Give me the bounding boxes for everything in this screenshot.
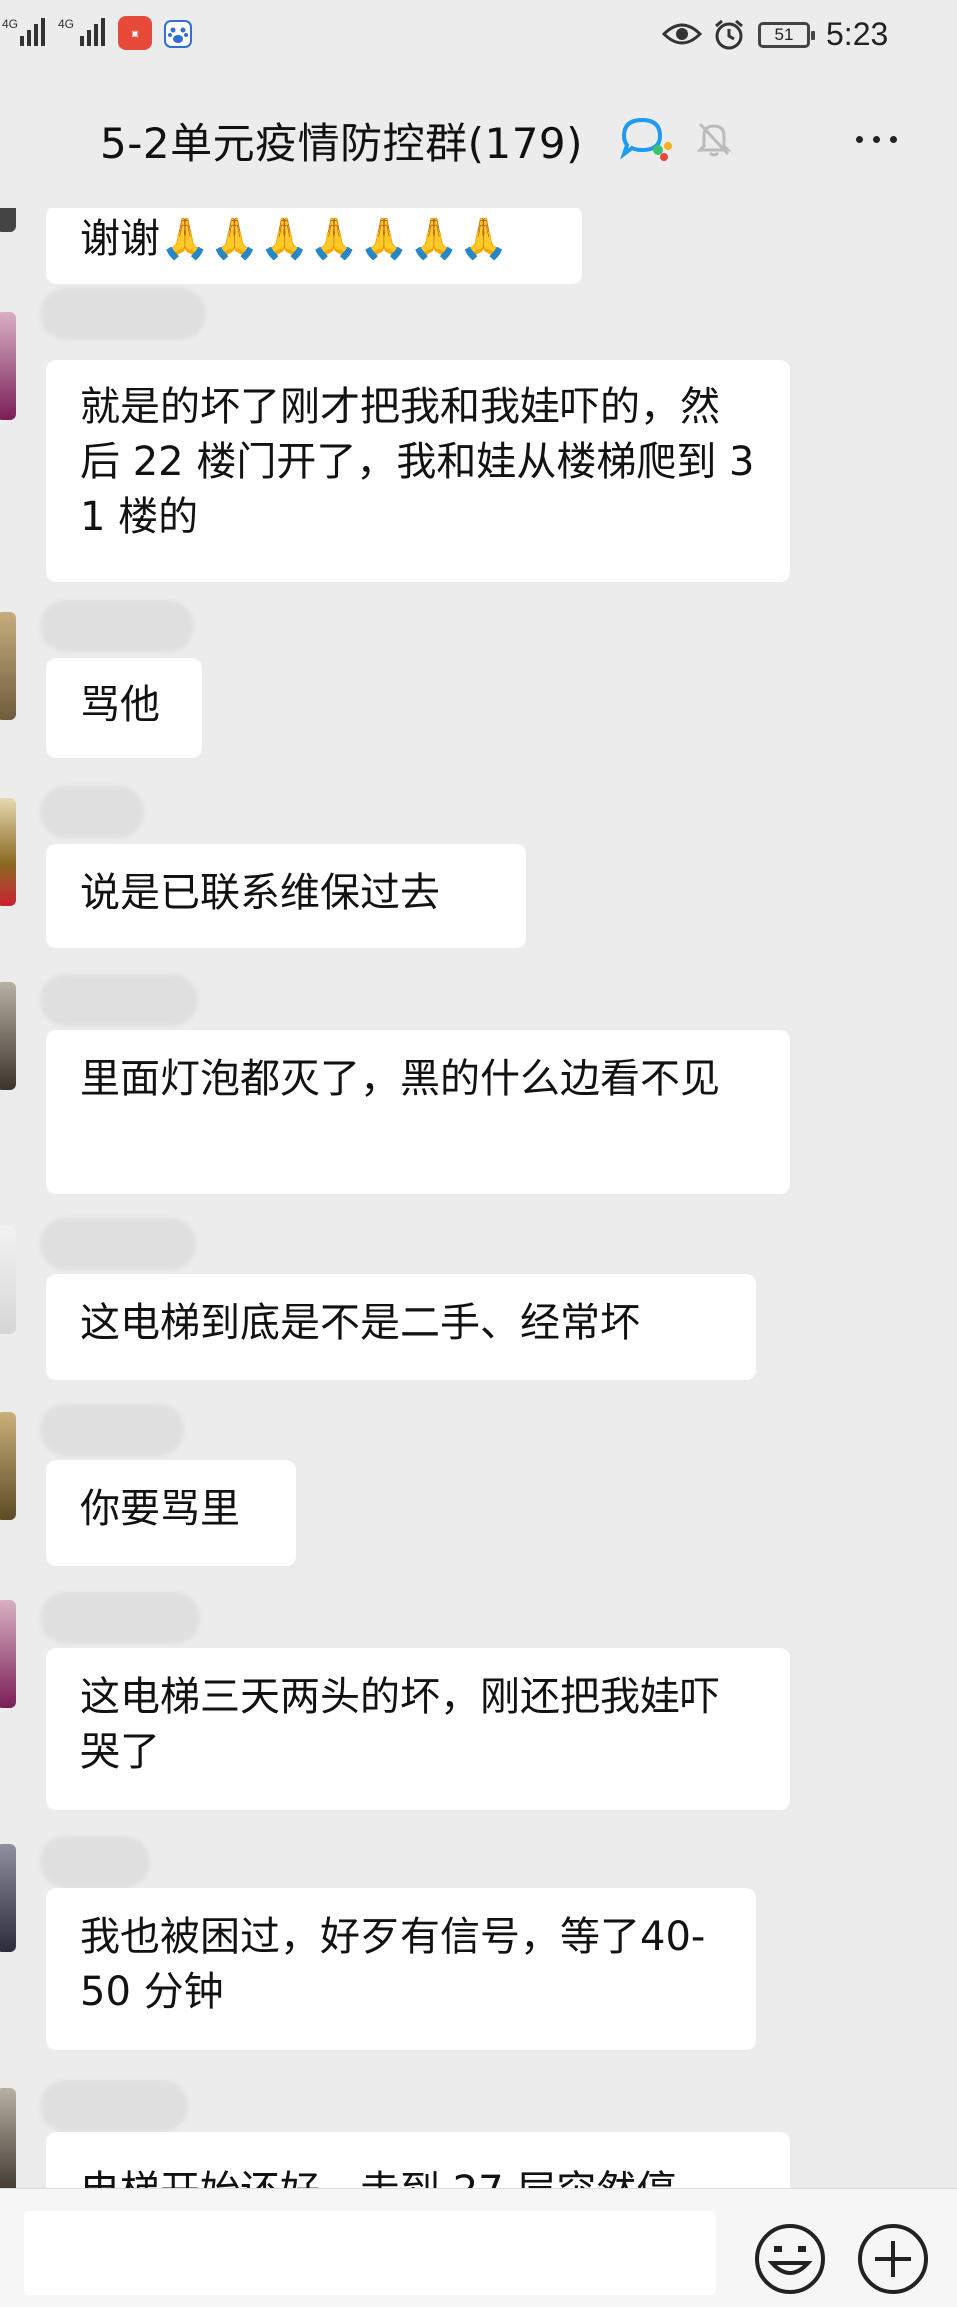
message-bubble[interactable]: 谢谢🙏🙏🙏🙏🙏🙏🙏 — [46, 208, 582, 284]
group-chat-icon — [620, 117, 672, 161]
sender-name-blurred — [40, 1592, 200, 1644]
more-icon — [856, 136, 863, 143]
message-bubble[interactable]: 骂他 — [46, 658, 202, 758]
avatar[interactable] — [0, 208, 16, 232]
sender-name-blurred — [40, 786, 144, 838]
paw-icon — [164, 20, 192, 48]
input-bar — [0, 2188, 957, 2307]
message-bubble[interactable]: 我也被困过，好歹有信号，等了40-50 分钟 — [46, 1888, 756, 2050]
eye-icon — [662, 23, 702, 45]
network-type-label: 4G — [58, 17, 75, 31]
alarm-icon — [715, 19, 743, 50]
sender-name-blurred — [40, 1404, 184, 1456]
sender-name-blurred — [40, 288, 206, 340]
app-notification-icon: ▣ — [118, 16, 152, 50]
sender-name-blurred — [40, 974, 198, 1026]
message-list[interactable]: 谢谢🙏🙏🙏🙏🙏🙏🙏 就是的坏了刚才把我和我娃吓的，然后 22 楼门开了，我和娃从… — [0, 208, 957, 2188]
chat-title[interactable]: 5-2单元疫情防控群(179) — [100, 110, 583, 171]
sender-name-blurred — [40, 600, 194, 652]
signal-bars-icon — [80, 18, 105, 46]
battery-indicator: 51 — [758, 22, 815, 48]
signal-strength-2: 4G — [58, 18, 74, 30]
sender-name-blurred — [40, 1836, 150, 1888]
avatar[interactable] — [0, 1226, 16, 1334]
message-bubble[interactable]: 里面灯泡都灭了，黑的什么边看不见 — [46, 1030, 790, 1194]
message-bubble[interactable]: 电梯开始还好，走到 27 层突然停 — [46, 2132, 790, 2188]
signal-strength-1: 4G — [2, 18, 18, 30]
emoji-icon[interactable] — [752, 2221, 828, 2297]
avatar[interactable] — [0, 2088, 16, 2188]
clock: 5:23 — [826, 16, 889, 52]
avatar[interactable] — [0, 1412, 16, 1520]
bell-off-icon — [696, 122, 732, 157]
avatar[interactable] — [0, 612, 16, 720]
message-bubble[interactable]: 说是已联系维保过去 — [46, 844, 526, 948]
message-bubble[interactable]: 你要骂里 — [46, 1460, 296, 1566]
avatar[interactable] — [0, 312, 16, 420]
avatar[interactable] — [0, 1600, 16, 1708]
status-bar: 4G 4G ▣ 51 5:23 — [0, 0, 957, 74]
sender-name-blurred — [40, 1218, 196, 1270]
sender-name-blurred — [40, 2080, 188, 2132]
message-bubble[interactable]: 这电梯到底是不是二手、经常坏 — [46, 1274, 756, 1380]
avatar[interactable] — [0, 798, 16, 906]
message-bubble[interactable]: 就是的坏了刚才把我和我娃吓的，然后 22 楼门开了，我和娃从楼梯爬到 31 楼的 — [46, 360, 790, 582]
more-options-button[interactable] — [856, 136, 897, 143]
avatar[interactable] — [0, 982, 16, 1090]
network-type-label: 4G — [2, 17, 19, 31]
message-bubble[interactable]: 这电梯三天两头的坏，刚还把我娃吓哭了 — [46, 1648, 790, 1810]
avatar[interactable] — [0, 1844, 16, 1952]
message-input[interactable] — [24, 2211, 716, 2295]
plus-icon[interactable] — [855, 2221, 931, 2297]
signal-bars-icon — [20, 18, 45, 46]
chat-header: 5-2单元疫情防控群(179) — [0, 74, 957, 208]
